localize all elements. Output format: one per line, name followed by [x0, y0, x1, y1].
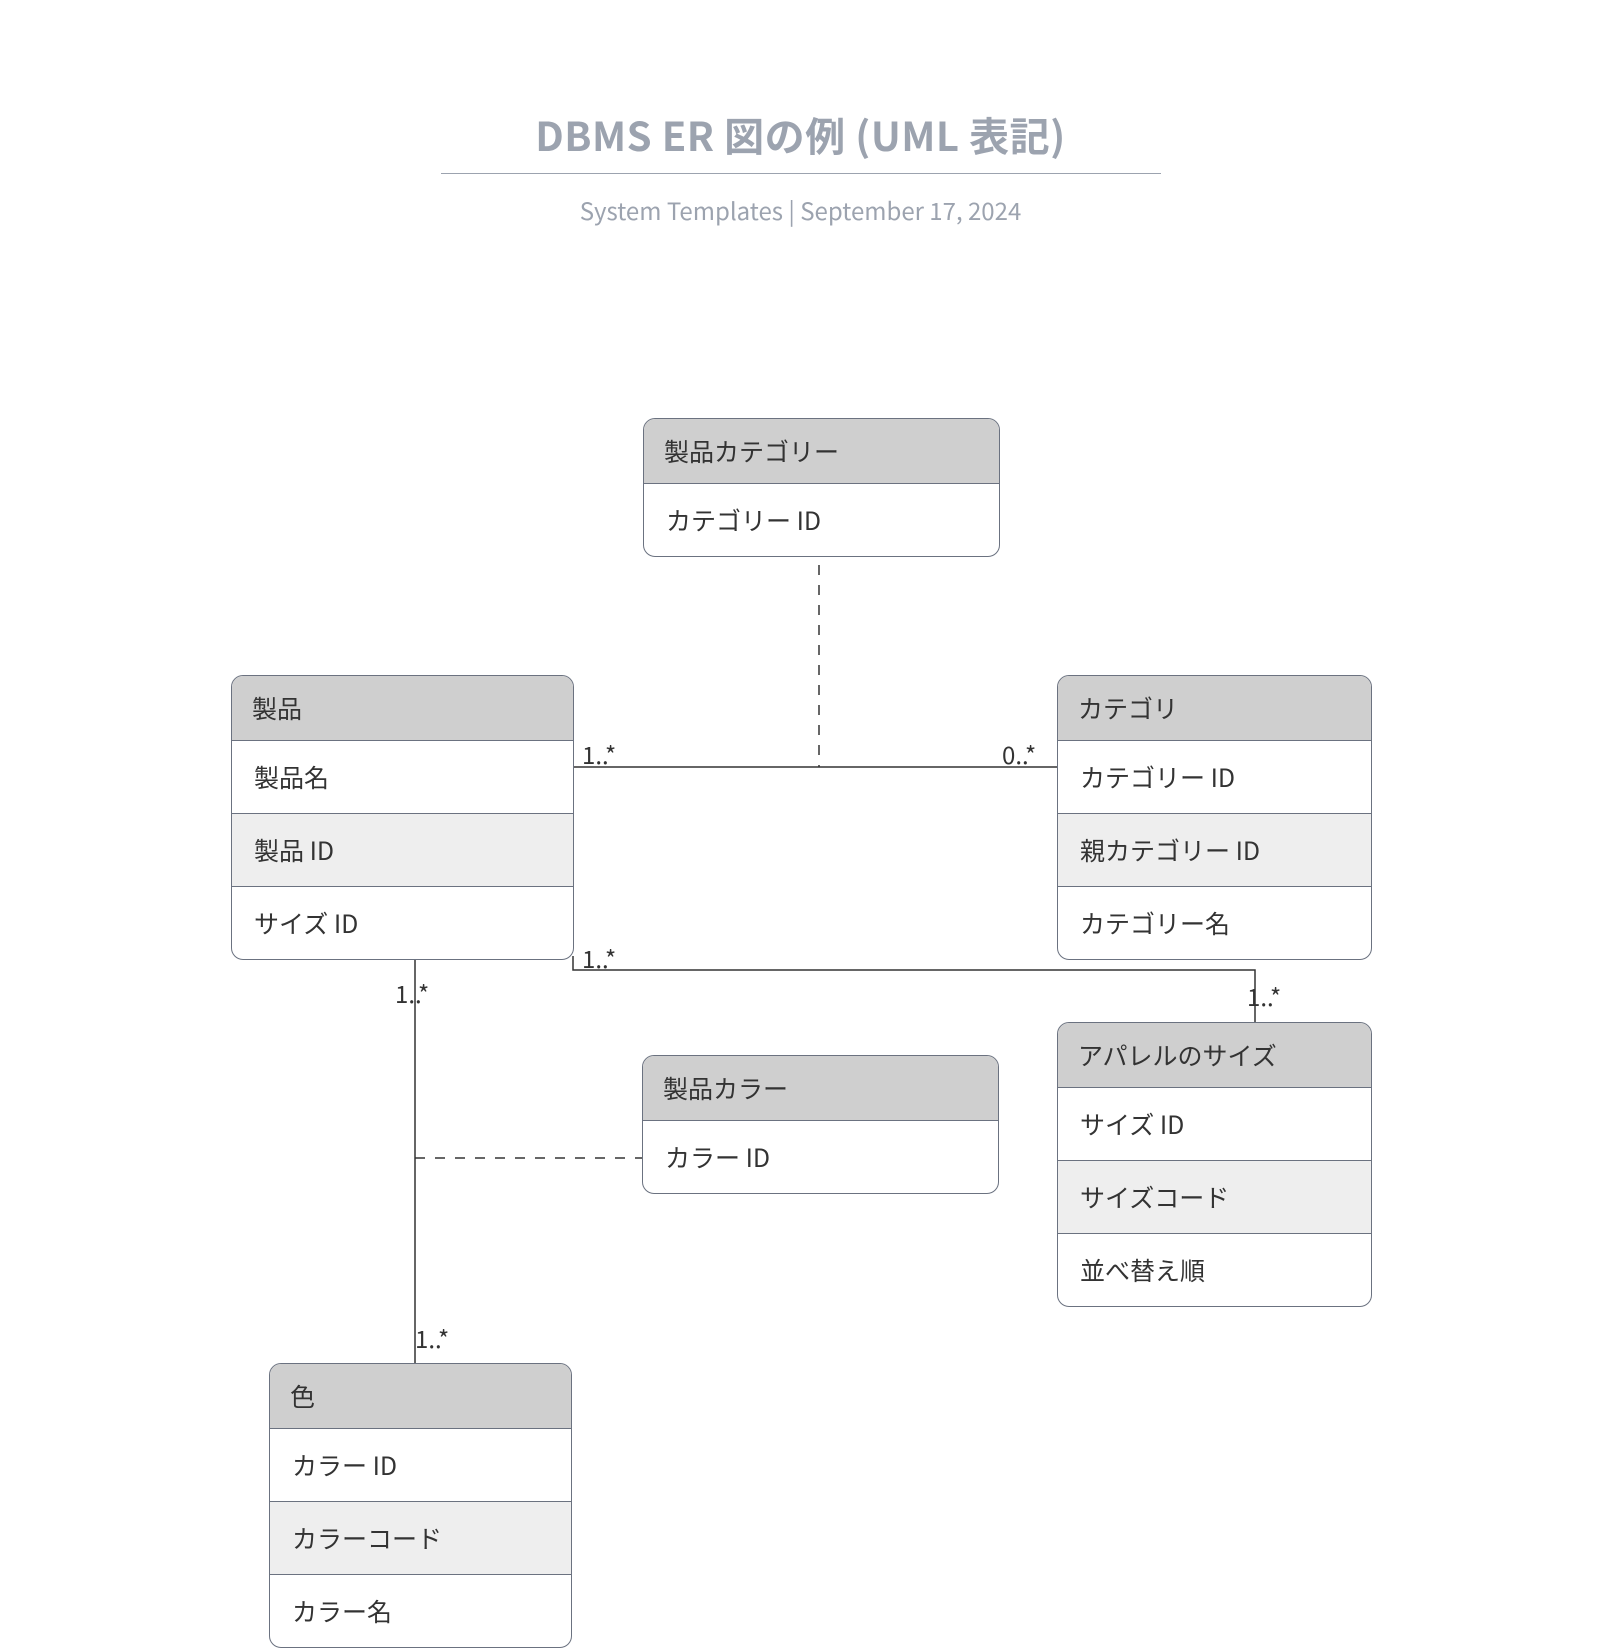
entity-apparel-size: アパレルのサイズ サイズ ID サイズコード 並べ替え順 — [1057, 1022, 1372, 1307]
entity-row: カテゴリー ID — [1058, 740, 1371, 813]
entity-product-color: 製品カラー カラー ID — [642, 1055, 999, 1194]
multiplicity-label: 1..* — [415, 1320, 449, 1355]
entity-row: カラーコード — [270, 1501, 571, 1574]
entity-product-category: 製品カテゴリー カテゴリー ID — [643, 418, 1000, 557]
entity-product: 製品 製品名 製品 ID サイズ ID — [231, 675, 574, 960]
multiplicity-label: 1..* — [582, 736, 616, 771]
entity-row: 並べ替え順 — [1058, 1233, 1371, 1306]
entity-title: カテゴリ — [1058, 676, 1371, 740]
multiplicity-label: 1..* — [1247, 978, 1281, 1013]
entity-row: カラー ID — [643, 1120, 998, 1193]
multiplicity-label: 1..* — [395, 975, 429, 1010]
entity-row: サイズ ID — [1058, 1087, 1371, 1160]
entity-title: 色 — [270, 1364, 571, 1428]
multiplicity-label: 1..* — [582, 940, 616, 975]
entity-row: 親カテゴリー ID — [1058, 813, 1371, 886]
entity-title: 製品カラー — [643, 1056, 998, 1120]
entity-row: カテゴリー名 — [1058, 886, 1371, 959]
entity-row: カラー名 — [270, 1574, 571, 1647]
subtitle-sep: | — [783, 192, 800, 227]
page-subtitle: System Templates | September 17, 2024 — [0, 192, 1601, 227]
entity-title: 製品カテゴリー — [644, 419, 999, 483]
entity-row: カテゴリー ID — [644, 483, 999, 556]
entity-title: アパレルのサイズ — [1058, 1023, 1371, 1087]
subtitle-date: September 17, 2024 — [800, 192, 1021, 227]
entity-row: カラー ID — [270, 1428, 571, 1501]
entity-row: 製品名 — [232, 740, 573, 813]
title-underline — [441, 173, 1161, 174]
entity-row: サイズ ID — [232, 886, 573, 959]
entity-row: 製品 ID — [232, 813, 573, 886]
subtitle-author: System Templates — [580, 192, 783, 227]
multiplicity-label: 0..* — [1002, 736, 1036, 771]
entity-category: カテゴリ カテゴリー ID 親カテゴリー ID カテゴリー名 — [1057, 675, 1372, 960]
entity-color: 色 カラー ID カラーコード カラー名 — [269, 1363, 572, 1648]
entity-row: サイズコード — [1058, 1160, 1371, 1233]
entity-title: 製品 — [232, 676, 573, 740]
diagram-header: DBMS ER 図の例 (UML 表記) System Templates | … — [0, 105, 1601, 227]
page-title: DBMS ER 図の例 (UML 表記) — [535, 105, 1065, 173]
